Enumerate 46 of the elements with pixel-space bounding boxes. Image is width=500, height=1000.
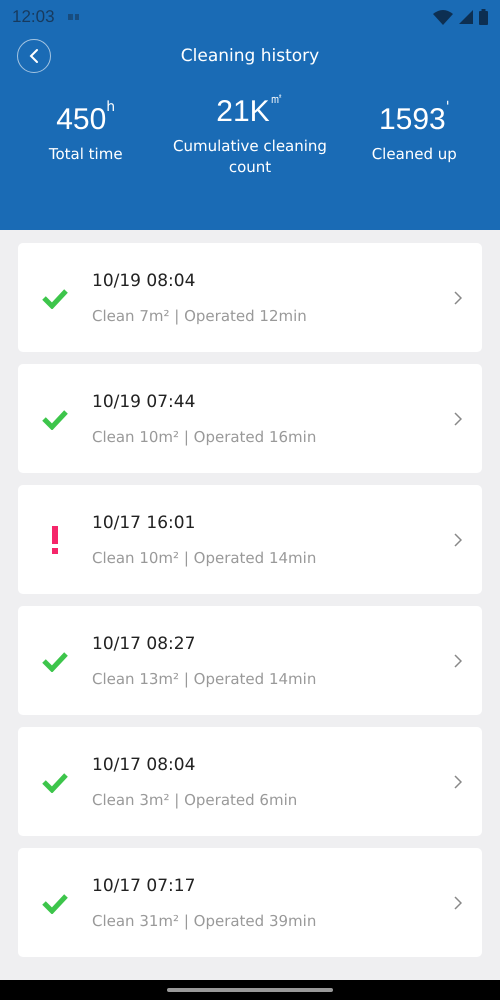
check-icon [41, 650, 69, 672]
record-time: 10/17 16:01 [92, 512, 196, 532]
status-time: 12:03 [12, 7, 55, 27]
chevron-right-icon [454, 774, 462, 788]
stat-unit: ' [446, 98, 450, 116]
record-summary: Clean 10m² | Operated 16min [92, 428, 318, 446]
record-summary: Clean 7m² | Operated 12min [92, 306, 308, 324]
stat-label: Total time [48, 144, 123, 165]
record-summary: Clean 3m² | Operated 6min [92, 790, 298, 808]
chevron-right-icon [454, 290, 462, 304]
back-button[interactable] [17, 39, 51, 73]
check-icon [41, 892, 69, 914]
chevron-left-icon [29, 48, 39, 64]
chevron-right-icon [454, 532, 462, 546]
battery-icon [479, 9, 488, 25]
record-time: 10/19 07:44 [92, 392, 196, 412]
chevron-right-icon [454, 654, 462, 668]
wifi-icon [433, 10, 453, 24]
record-summary: Clean 10m² | Operated 14min [92, 548, 318, 566]
record-summary: Clean 13m² | Operated 14min [92, 670, 318, 688]
stat-label: Cumulative cleaning count [172, 136, 328, 178]
record-card[interactable]: 10/19 07:44 Clean 10m² | Operated 16min [18, 364, 482, 473]
record-card[interactable]: 10/17 08:04 Clean 3m² | Operated 6min [18, 727, 482, 836]
stat-unit: h [106, 98, 116, 116]
record-card[interactable]: 10/17 07:17 Clean 31m² | Operated 39min [18, 848, 482, 957]
stat-label: Cleaned up [372, 144, 457, 165]
stat-unit: ㎡ [270, 90, 284, 108]
stat-value: 21K [216, 94, 270, 130]
stat-value: 1593 [378, 102, 446, 138]
record-summary: Clean 31m² | Operated 39min [92, 912, 318, 930]
record-time: 10/17 08:27 [92, 634, 196, 654]
check-icon [41, 286, 69, 308]
record-time: 10/17 08:04 [92, 754, 196, 774]
check-icon [41, 408, 69, 430]
signal-icon [459, 10, 473, 24]
record-card[interactable]: 10/17 16:01 Clean 10m² | Operated 14min [18, 485, 482, 594]
record-card[interactable]: 10/19 08:04 Clean 7m² | Operated 12min [18, 243, 482, 352]
stat-value: 450 [56, 102, 106, 138]
record-time: 10/19 08:04 [92, 270, 196, 290]
page-title: Cleaning history [180, 46, 320, 66]
exclamation-icon [51, 526, 59, 554]
chevron-right-icon [454, 896, 462, 910]
record-card[interactable]: 10/17 08:27 Clean 13m² | Operated 14min [18, 606, 482, 715]
record-time: 10/17 07:17 [92, 876, 196, 896]
chevron-right-icon [454, 412, 462, 426]
check-icon [41, 770, 69, 792]
